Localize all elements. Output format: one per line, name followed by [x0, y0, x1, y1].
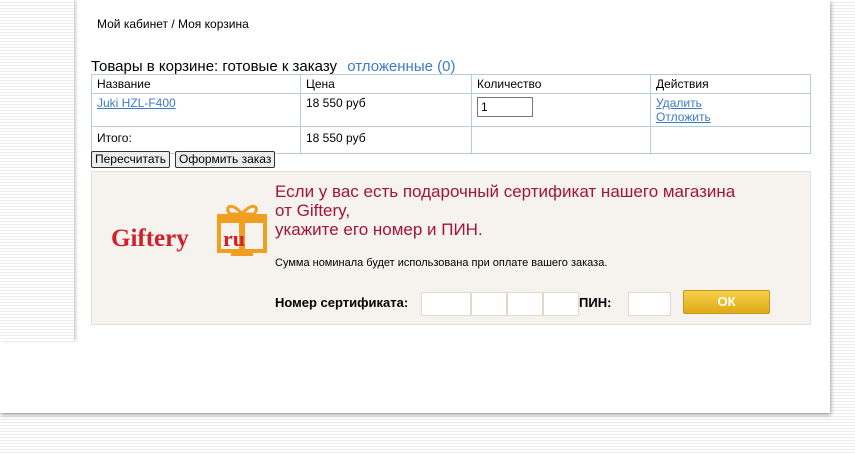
pin-input[interactable]	[628, 292, 671, 316]
breadcrumb: Мой кабинет / Моя корзина	[97, 17, 249, 31]
table-row: Juki HZL-F400 18 550 руб Удалить Отложит…	[91, 93, 811, 127]
total-empty-cell	[650, 126, 811, 154]
column-header-actions: Действия	[650, 74, 811, 94]
recalculate-button[interactable]: Пересчитать	[91, 151, 170, 168]
cart-title-text: Товары в корзине: готовые к заказу	[91, 58, 338, 75]
ok-button[interactable]: ОК	[683, 290, 770, 314]
gift-heading-line1: Если у вас есть подарочный сертификат на…	[275, 182, 736, 201]
certificate-number-input-3[interactable]	[507, 292, 543, 316]
gift-heading-line2: от Giftery,	[275, 201, 351, 220]
giftery-logo: Giftery ru	[109, 200, 279, 270]
pin-label: ПИН:	[579, 295, 612, 310]
item-price: 18 550 руб	[300, 93, 472, 127]
certificate-number-input-2[interactable]	[471, 292, 507, 316]
column-header-quantity: Количество	[471, 74, 651, 94]
certificate-number-input-4[interactable]	[543, 292, 579, 316]
total-row: Итого: 18 550 руб	[91, 126, 811, 154]
giftery-ru-wordmark: ru	[223, 226, 245, 251]
cart-title: Товары в корзине: готовые к заказу отлож…	[91, 58, 455, 75]
gift-certificate-block: Giftery ru Если у вас есть подарочный се…	[91, 171, 811, 325]
table-header-row: Название Цена Количество Действия	[91, 74, 811, 94]
total-label: Итого:	[91, 126, 301, 154]
defer-link[interactable]: Отложить	[656, 110, 711, 124]
certificate-number-input-1[interactable]	[421, 292, 471, 316]
gift-heading: Если у вас есть подарочный сертификат на…	[275, 182, 785, 239]
gift-heading-line3: укажите его номер и ПИН.	[275, 220, 483, 239]
giftery-logo-graphic: Giftery ru	[111, 205, 267, 256]
item-quantity-cell	[471, 93, 651, 127]
delete-link[interactable]: Удалить	[656, 96, 702, 110]
total-empty-cell	[471, 126, 651, 154]
item-actions-cell: Удалить Отложить	[650, 93, 811, 127]
bow-left-icon	[226, 205, 246, 216]
bow-right-icon	[238, 205, 258, 216]
gift-subtext: Сумма номинала будет использована при оп…	[275, 257, 608, 269]
column-header-price: Цена	[300, 74, 472, 94]
gift-box-stand-icon	[231, 251, 253, 256]
item-name-cell: Juki HZL-F400	[91, 93, 301, 127]
checkout-button[interactable]: Оформить заказ	[175, 151, 276, 168]
item-name-link[interactable]: Juki HZL-F400	[97, 96, 176, 110]
deferred-items-link[interactable]: отложенные (0)	[347, 58, 455, 75]
quantity-input[interactable]	[477, 97, 533, 117]
total-value: 18 550 руб	[300, 126, 472, 154]
column-header-name: Название	[91, 74, 301, 94]
certificate-number-label: Номер сертификата:	[275, 295, 409, 310]
cart-table: Название Цена Количество Действия Juki H…	[91, 74, 811, 154]
giftery-wordmark: Giftery	[111, 225, 189, 252]
